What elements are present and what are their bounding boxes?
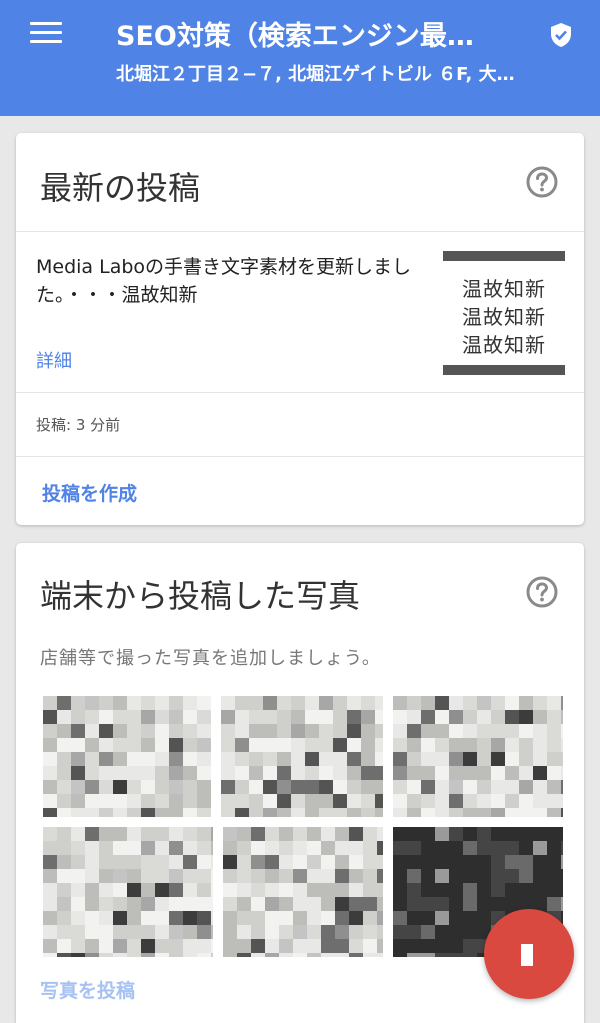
divider	[16, 456, 584, 457]
app-bar: SEO対策（検索エンジン最… 北堀江２丁目２−７, 北堀江ゲイトビル ６F, 大…	[0, 0, 600, 116]
page-title: SEO対策（検索エンジン最…	[116, 21, 474, 52]
post-photo-button[interactable]: 写真を投稿	[40, 976, 135, 1003]
divider	[16, 392, 584, 393]
photo-thumbnail[interactable]	[393, 696, 563, 817]
handwritten-text: 温故知新	[462, 333, 546, 357]
post-text: Media Laboの手書き文字素材を更新しました。・・・温故知新	[36, 256, 412, 306]
help-icon[interactable]	[526, 166, 558, 198]
menu-icon[interactable]	[30, 22, 62, 48]
card-title-device-photos: 端末から投稿した写真	[40, 577, 361, 615]
add-icon	[521, 944, 533, 966]
verified-shield-icon	[551, 23, 571, 47]
photo-thumbnail[interactable]	[43, 696, 211, 817]
help-icon[interactable]	[526, 576, 558, 608]
photo-thumbnail[interactable]	[43, 827, 213, 957]
photo-hint: 店舗等で撮った写真を追加しましょう。	[40, 648, 381, 669]
post-detail-link[interactable]: 詳細	[36, 347, 72, 373]
business-address: 北堀江２丁目２−７, 北堀江ゲイトビル ６F, 大…	[116, 64, 515, 85]
create-post-button[interactable]: 投稿を作成	[42, 479, 137, 506]
card-title-latest-posts: 最新の投稿	[40, 169, 201, 207]
divider	[16, 231, 584, 232]
image-top-bar	[443, 251, 565, 261]
post-image[interactable]: 温故知新 温故知新 温故知新	[443, 251, 565, 375]
photo-thumbnail[interactable]	[223, 827, 383, 957]
post-timestamp: 投稿: 3 分前	[36, 416, 121, 434]
photo-thumbnail[interactable]	[221, 696, 383, 817]
image-bottom-bar	[443, 365, 565, 375]
handwritten-text: 温故知新	[462, 277, 546, 301]
latest-posts-card: 最新の投稿 Media Laboの手書き文字素材を更新しました。・・・温故知新 …	[16, 133, 584, 525]
handwritten-text: 温故知新	[462, 305, 546, 329]
